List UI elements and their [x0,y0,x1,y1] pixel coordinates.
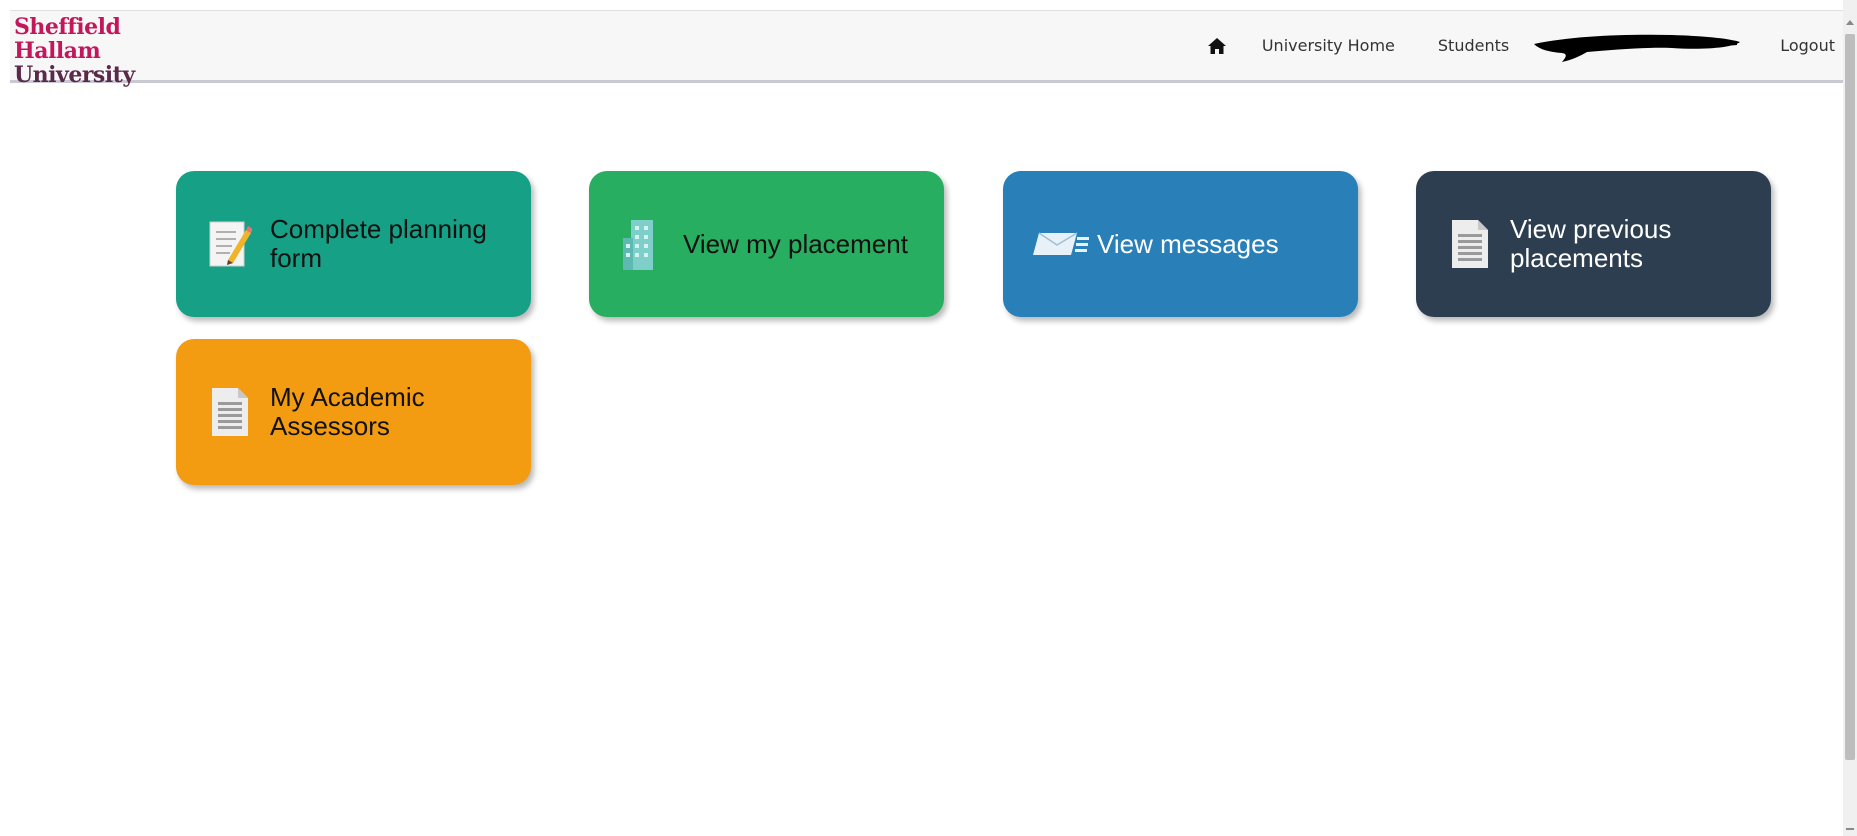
scroll-up-arrow-icon[interactable] [1846,20,1854,25]
scrollbar-thumb[interactable] [1845,34,1855,760]
top-nav: University Home Students Logout [1206,11,1843,80]
document-icon [206,384,252,440]
redacted-user-name [1532,26,1742,66]
logo-line-1: Sheffield [14,14,121,40]
complete-planning-form-tile[interactable]: Complete planning form [176,171,531,317]
document-icon [1446,216,1492,272]
tile-label: View my placement [683,228,908,259]
view-my-placement-tile[interactable]: View my placement [589,171,944,317]
building-icon [619,216,665,272]
home-icon[interactable] [1206,35,1228,57]
my-academic-assessors-tile[interactable]: My Academic Assessors [176,339,531,485]
site-header: Sheffield Hallam University University H… [10,11,1843,87]
logout-link[interactable]: Logout [1780,36,1835,55]
tile-label: View previous placements [1510,214,1672,273]
view-previous-placements-tile[interactable]: View previous placements [1416,171,1771,317]
scroll-down-icon[interactable] [1846,828,1854,830]
logo-line-2: Hallam [14,38,101,64]
tile-label: My Academic Assessors [270,382,425,441]
nav-students-link[interactable]: Students [1438,36,1509,55]
tile-label: Complete planning form [270,214,487,273]
view-messages-tile[interactable]: View messages [1003,171,1358,317]
tile-label: View messages [1097,228,1279,259]
form-edit-icon [206,216,252,272]
logo-line-3: University [14,62,135,88]
nav-university-home-link[interactable]: University Home [1262,36,1395,55]
university-logo[interactable]: Sheffield Hallam University [14,15,135,87]
page: Sheffield Hallam University University H… [0,0,1857,836]
vertical-scrollbar[interactable] [1843,0,1857,836]
messages-icon [1033,216,1089,272]
